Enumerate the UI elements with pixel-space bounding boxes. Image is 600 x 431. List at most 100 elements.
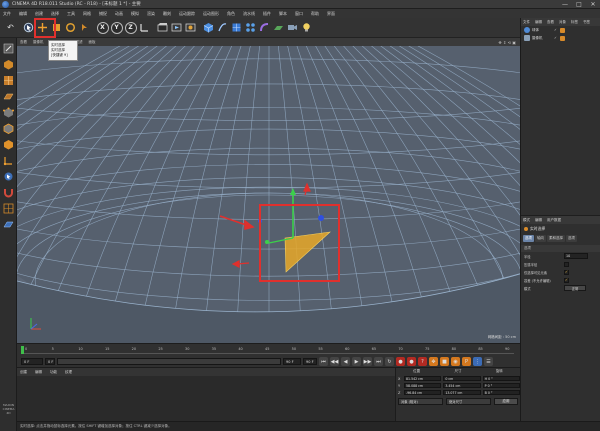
menu-item-13[interactable]: 角色: [227, 11, 235, 17]
timeline-ruler[interactable]: 0 5 10 15 20 25 30 35 40 45 50 55 60 65 70 75 80 85 90: [21, 346, 514, 354]
menu-item-10[interactable]: 雕刻: [163, 11, 171, 17]
tolerance-checkbox[interactable]: ✓: [564, 277, 569, 283]
menu-item-14[interactable]: 流水线: [243, 11, 255, 17]
material-menu-item-3[interactable]: 纹理: [65, 370, 72, 375]
menu-item-4[interactable]: 工具: [67, 11, 75, 17]
workplane-lock-button[interactable]: [2, 202, 14, 214]
polygons-mode-button[interactable]: [2, 138, 14, 150]
menu-item-11[interactable]: 运动跟踪: [179, 11, 195, 17]
menu-item-2[interactable]: 创建: [35, 11, 43, 17]
viewport-menu-item-0[interactable]: 查看: [20, 40, 27, 45]
z-axis-lock-button[interactable]: Z: [124, 21, 137, 34]
menu-item-3[interactable]: 选择: [51, 11, 59, 17]
playhead[interactable]: [21, 346, 24, 354]
object-row-camera[interactable]: 摄像机 ✓: [521, 34, 600, 42]
points-mode-button[interactable]: [2, 106, 14, 118]
make-editable-button[interactable]: [2, 42, 14, 54]
menu-item-17[interactable]: 窗口: [295, 11, 303, 17]
menu-item-5[interactable]: 网格: [83, 11, 91, 17]
coordinate-system-button[interactable]: [138, 21, 151, 34]
subdivision-surface-button[interactable]: [230, 21, 243, 34]
object-menu-item-5[interactable]: 书签: [583, 20, 590, 25]
pressure-radius-checkbox[interactable]: [564, 261, 569, 267]
render-settings-button[interactable]: [184, 21, 197, 34]
recent-tools-button[interactable]: [78, 21, 91, 34]
deformer-button[interactable]: [258, 21, 271, 34]
object-row-sphere[interactable]: 球体 ✓: [521, 26, 600, 34]
model-mode-button[interactable]: [2, 58, 14, 70]
y-axis-lock-button[interactable]: Y: [110, 21, 123, 34]
coordinate-mode-select[interactable]: 对象 (相对): [398, 398, 443, 405]
attribute-menu-item-0[interactable]: 模式: [523, 218, 530, 223]
scale-key-button[interactable]: ■: [440, 357, 449, 366]
keyframe-selection-button[interactable]: ?: [418, 357, 427, 366]
size-x-field[interactable]: 0 cm: [443, 375, 481, 382]
maximize-button[interactable]: □: [572, 0, 586, 9]
object-enabled-check[interactable]: ✓: [554, 28, 557, 32]
apply-button[interactable]: 应用: [494, 398, 518, 405]
menu-item-18[interactable]: 帮助: [311, 11, 319, 17]
goto-start-button[interactable]: ⏮: [319, 357, 328, 366]
workplane-mode-button[interactable]: [2, 90, 14, 102]
enable-axis-button[interactable]: [2, 154, 14, 166]
prev-frame-button[interactable]: ◀: [341, 357, 350, 366]
prev-key-button[interactable]: ◀◀: [330, 357, 339, 366]
cube-object-button[interactable]: [202, 21, 215, 34]
attribute-menu-item-1[interactable]: 编辑: [535, 218, 542, 223]
array-button[interactable]: [244, 21, 257, 34]
camera-button[interactable]: [286, 21, 299, 34]
object-menu-item-1[interactable]: 编辑: [535, 20, 542, 25]
camera-tag-icon[interactable]: [559, 35, 565, 41]
object-menu-item-4[interactable]: 标签: [571, 20, 578, 25]
position-x-field[interactable]: 81.542 cm: [404, 375, 442, 382]
record-button[interactable]: ●: [396, 357, 405, 366]
attribute-menu-item-2[interactable]: 用户数据: [547, 218, 561, 223]
play-button[interactable]: ▶: [352, 357, 361, 366]
menu-item-12[interactable]: 运动图形: [203, 11, 219, 17]
close-button[interactable]: ✕: [586, 0, 600, 9]
start-frame-field[interactable]: 0 F: [21, 358, 43, 365]
parameter-key-button[interactable]: P: [462, 357, 471, 366]
spline-pen-button[interactable]: [216, 21, 229, 34]
viewport-menu-item-5[interactable]: 面板: [89, 40, 96, 45]
goto-end-button[interactable]: ⏭: [374, 357, 383, 366]
object-enabled-check[interactable]: ✓: [554, 36, 557, 40]
object-menu-item-0[interactable]: 文件: [523, 20, 530, 25]
tab-options-2[interactable]: 选项: [566, 235, 577, 242]
end-frame-field[interactable]: 90 F: [303, 358, 317, 365]
viewport-nav-icons[interactable]: ✥ ⇕ ⟲ ▣: [498, 40, 516, 45]
material-menu-item-2[interactable]: 功能: [50, 370, 57, 375]
object-menu-item-2[interactable]: 查看: [547, 20, 554, 25]
menu-item-15[interactable]: 插件: [263, 11, 271, 17]
range-slider[interactable]: [57, 358, 281, 365]
menu-item-6[interactable]: 捕捉: [99, 11, 107, 17]
menu-item-1[interactable]: 编辑: [19, 11, 27, 17]
tab-options[interactable]: 选项: [523, 235, 534, 242]
max-frame-field[interactable]: 90 F: [283, 358, 301, 365]
menu-item-8[interactable]: 模拟: [131, 11, 139, 17]
tab-axis[interactable]: 轴向: [535, 235, 546, 242]
environment-button[interactable]: [272, 21, 285, 34]
render-view-button[interactable]: [156, 21, 169, 34]
locked-workplane-button[interactable]: [2, 218, 14, 230]
rotation-key-button[interactable]: ◉: [451, 357, 460, 366]
menu-item-0[interactable]: 文件: [3, 11, 11, 17]
light-button[interactable]: [300, 21, 313, 34]
material-menu-item-0[interactable]: 创建: [20, 370, 27, 375]
timeline-menu-button[interactable]: ☰: [484, 357, 493, 366]
rotation-h-field[interactable]: H 0 °: [482, 375, 520, 382]
position-z-field[interactable]: -96.84 cm: [404, 389, 442, 396]
menu-item-7[interactable]: 动画: [115, 11, 123, 17]
snap-button[interactable]: [2, 186, 14, 198]
radius-input[interactable]: 10: [564, 253, 588, 259]
undo-icon[interactable]: ↶: [4, 21, 17, 34]
visible-only-checkbox[interactable]: ✓: [564, 269, 569, 275]
phong-tag-icon[interactable]: [559, 27, 565, 33]
point-level-button[interactable]: ⋮: [473, 357, 482, 366]
x-axis-lock-button[interactable]: X: [96, 21, 109, 34]
size-z-field[interactable]: 13.077 cm: [443, 389, 481, 396]
menu-item-19[interactable]: 界面: [327, 11, 335, 17]
min-frame-field[interactable]: 0 F: [45, 358, 55, 365]
texture-mode-button[interactable]: [2, 74, 14, 86]
autokey-button[interactable]: ●: [407, 357, 416, 366]
